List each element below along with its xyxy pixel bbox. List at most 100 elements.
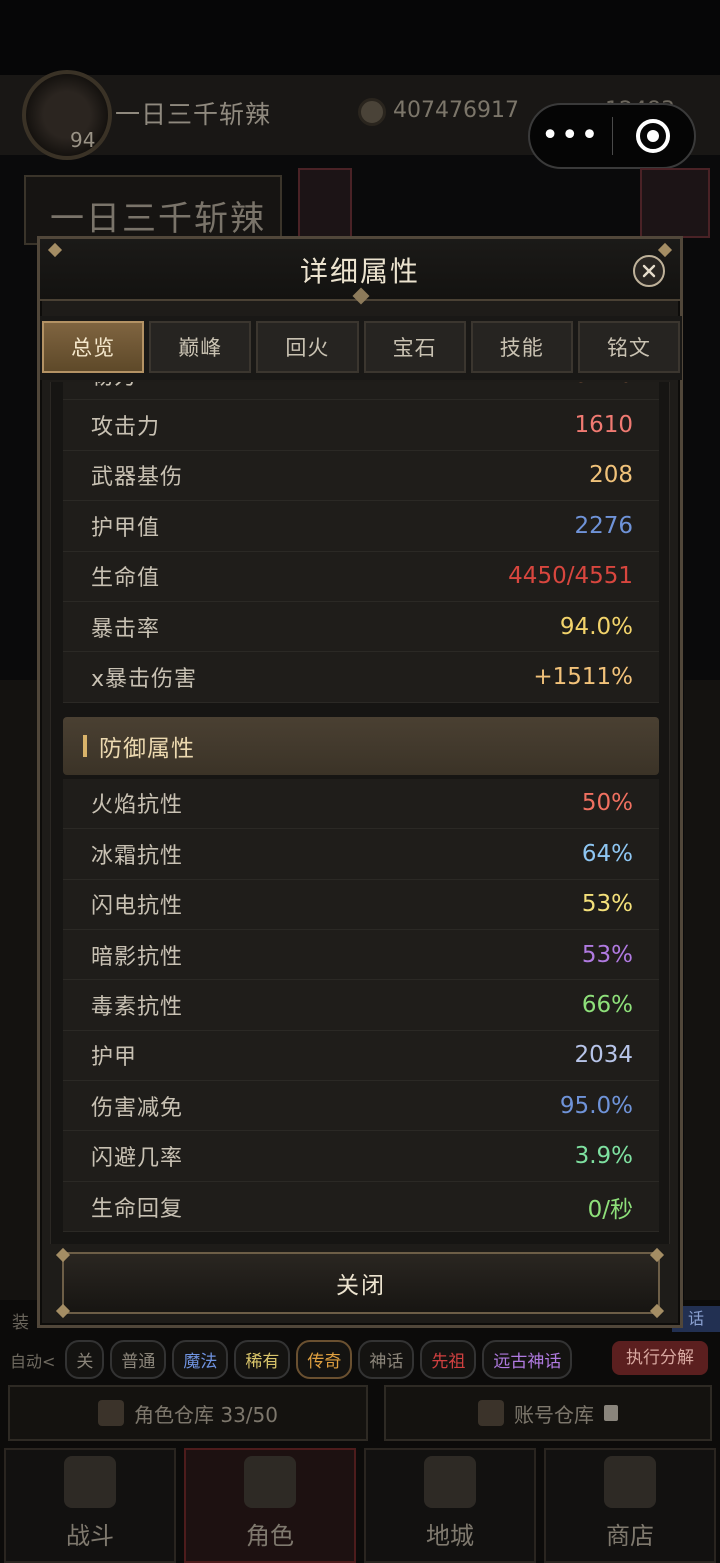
nav-label: 战斗 xyxy=(66,1522,114,1550)
close-button[interactable]: 关闭 xyxy=(62,1252,660,1314)
tab-paragon[interactable]: 巅峰 xyxy=(149,321,252,373)
attribute-label: 生命回复 xyxy=(91,1196,184,1222)
attribute-value: 53% xyxy=(581,891,633,918)
attribute-list-content: 韧力 3476 攻击力 1610 武器基伤 208 护甲值 2276 生命值 4450/4551 暴… xyxy=(63,382,659,1233)
filter-ancient-mythic[interactable]: 远古神话 xyxy=(482,1340,573,1379)
attribute-row: 生命回复 0/秒 xyxy=(63,1181,659,1233)
attribute-list[interactable]: 韧力 3476 攻击力 1610 武器基伤 208 护甲值 2276 生命值 4450/4551 暴… xyxy=(50,382,670,1244)
attribute-row: 暴击率 94.0% xyxy=(63,601,659,653)
decompose-button[interactable]: 执行分解 xyxy=(612,1341,708,1375)
attribute-label: 攻击力 xyxy=(91,415,161,441)
backpack-icon xyxy=(98,1400,124,1426)
attribute-row: 韧力 3476 xyxy=(63,382,659,401)
account-storage-label: 账号仓库 xyxy=(514,1402,594,1427)
filter-off[interactable]: 关 xyxy=(65,1340,105,1379)
role-storage-label: 角色仓库 33/50 xyxy=(134,1402,278,1427)
target-ring-icon[interactable] xyxy=(613,119,695,153)
attribute-value: 53% xyxy=(581,941,633,968)
lock-icon xyxy=(604,1405,618,1421)
equip-slot[interactable] xyxy=(298,168,352,238)
tab-skills[interactable]: 技能 xyxy=(470,321,573,373)
attribute-value: 2276 xyxy=(574,512,633,539)
gate-icon xyxy=(424,1456,476,1508)
role-storage-button[interactable]: 角色仓库 33/50 xyxy=(8,1385,368,1441)
gold-value: 407476917 xyxy=(393,98,519,123)
close-icon[interactable] xyxy=(633,255,665,287)
nav-character[interactable]: 角色 xyxy=(184,1448,356,1563)
attribute-label: 闪避几率 xyxy=(91,1146,184,1172)
attribute-row: 攻击力 1610 xyxy=(63,400,659,451)
tab-tempering[interactable]: 回火 xyxy=(256,321,359,373)
section-title: 防御属性 xyxy=(99,735,195,762)
filter-magic[interactable]: 魔法 xyxy=(172,1340,229,1379)
tab-inscriptions[interactable]: 铭文 xyxy=(577,321,681,373)
player-level: 94 xyxy=(70,128,96,152)
section-bar xyxy=(83,734,87,757)
avatar[interactable] xyxy=(22,70,112,160)
gold-coin-icon xyxy=(358,98,386,126)
attribute-value: 0/秒 xyxy=(587,1196,633,1223)
attribute-value: 50% xyxy=(581,790,633,817)
attribute-row: 暗影抗性 53% xyxy=(63,929,659,981)
attribute-label: 暴击率 xyxy=(91,616,161,642)
box-icon xyxy=(478,1400,504,1426)
nav-dungeon[interactable]: 地城 xyxy=(364,1448,536,1563)
attribute-value: 66% xyxy=(581,991,633,1018)
attribute-value: 4450/4551 xyxy=(508,563,633,590)
auto-label: 自动< xyxy=(10,1351,56,1371)
section-header-defense: 防御属性 xyxy=(63,716,659,775)
attribute-value: 64% xyxy=(581,840,633,867)
account-storage-button[interactable]: 账号仓库 xyxy=(384,1385,712,1441)
filter-legendary[interactable]: 传奇 xyxy=(296,1340,353,1379)
attribute-row: 伤害减免 95.0% xyxy=(63,1081,659,1132)
mini-program-capsule: ••• xyxy=(528,103,696,169)
crossed-swords-icon xyxy=(64,1456,116,1508)
attribute-label: 冰霜抗性 xyxy=(91,843,184,869)
filter-rare[interactable]: 稀有 xyxy=(234,1340,291,1379)
tab-gems[interactable]: 宝石 xyxy=(363,321,466,373)
filter-ancestral[interactable]: 先祖 xyxy=(420,1340,477,1379)
equip-label: 装 xyxy=(12,1313,29,1333)
decompose-filter-row: 自动< 关 普通 魔法 稀有 传奇 神话 先祖 远古神话 xyxy=(10,1340,573,1379)
nav-label: 角色 xyxy=(246,1522,294,1550)
attribute-label: 伤害减免 xyxy=(91,1095,184,1121)
attribute-row: 闪电抗性 53% xyxy=(63,879,659,930)
attribute-label: 护甲 xyxy=(91,1045,138,1071)
character-name: 一日三千斩辣 xyxy=(50,199,266,239)
character-name-plate: 一日三千斩辣 xyxy=(24,175,282,245)
background-panel xyxy=(0,680,40,1320)
attribute-value: 1610 xyxy=(574,412,633,439)
background-panel xyxy=(684,680,720,1320)
attribute-row: 生命值 4450/4551 xyxy=(63,551,659,602)
attribute-row: 毒素抗性 66% xyxy=(63,980,659,1031)
nav-label: 地城 xyxy=(426,1522,474,1550)
attribute-value: 208 xyxy=(589,462,633,489)
player-name: 一日三千斩辣 xyxy=(115,100,272,129)
bottom-nav: 战斗 角色 地城 商店 xyxy=(0,1448,720,1563)
equip-slot[interactable] xyxy=(640,168,710,238)
attribute-row: 火焰抗性 50% xyxy=(63,778,659,830)
attribute-row: x暴击伤害 +1511% xyxy=(63,652,659,703)
nav-label: 商店 xyxy=(606,1522,654,1550)
attribute-value: 3476 xyxy=(574,382,633,388)
nav-shop[interactable]: 商店 xyxy=(544,1448,716,1563)
attribute-label: 护甲值 xyxy=(91,515,161,541)
attribute-row: 护甲值 2276 xyxy=(63,501,659,552)
attribute-row: 闪避几率 3.9% xyxy=(63,1131,659,1182)
more-dots-icon[interactable]: ••• xyxy=(530,121,612,151)
attribute-label: 毒素抗性 xyxy=(91,994,184,1020)
attribute-value: 2034 xyxy=(574,1042,633,1069)
tab-overview[interactable]: 总览 xyxy=(42,321,145,373)
attribute-label: 暗影抗性 xyxy=(91,944,184,970)
attribute-value: 3.9% xyxy=(574,1143,633,1170)
attribute-row: 护甲 2034 xyxy=(63,1030,659,1082)
filter-mythic[interactable]: 神话 xyxy=(358,1340,415,1379)
status-bar-area xyxy=(0,0,720,75)
attribute-label: 武器基伤 xyxy=(91,465,184,491)
filter-normal[interactable]: 普通 xyxy=(110,1340,167,1379)
attribute-label: 生命值 xyxy=(91,566,161,592)
attribute-label: 火焰抗性 xyxy=(91,793,184,819)
nav-battle[interactable]: 战斗 xyxy=(4,1448,176,1563)
attribute-value: 95.0% xyxy=(559,1092,633,1119)
attribute-value: +1511% xyxy=(533,664,633,691)
